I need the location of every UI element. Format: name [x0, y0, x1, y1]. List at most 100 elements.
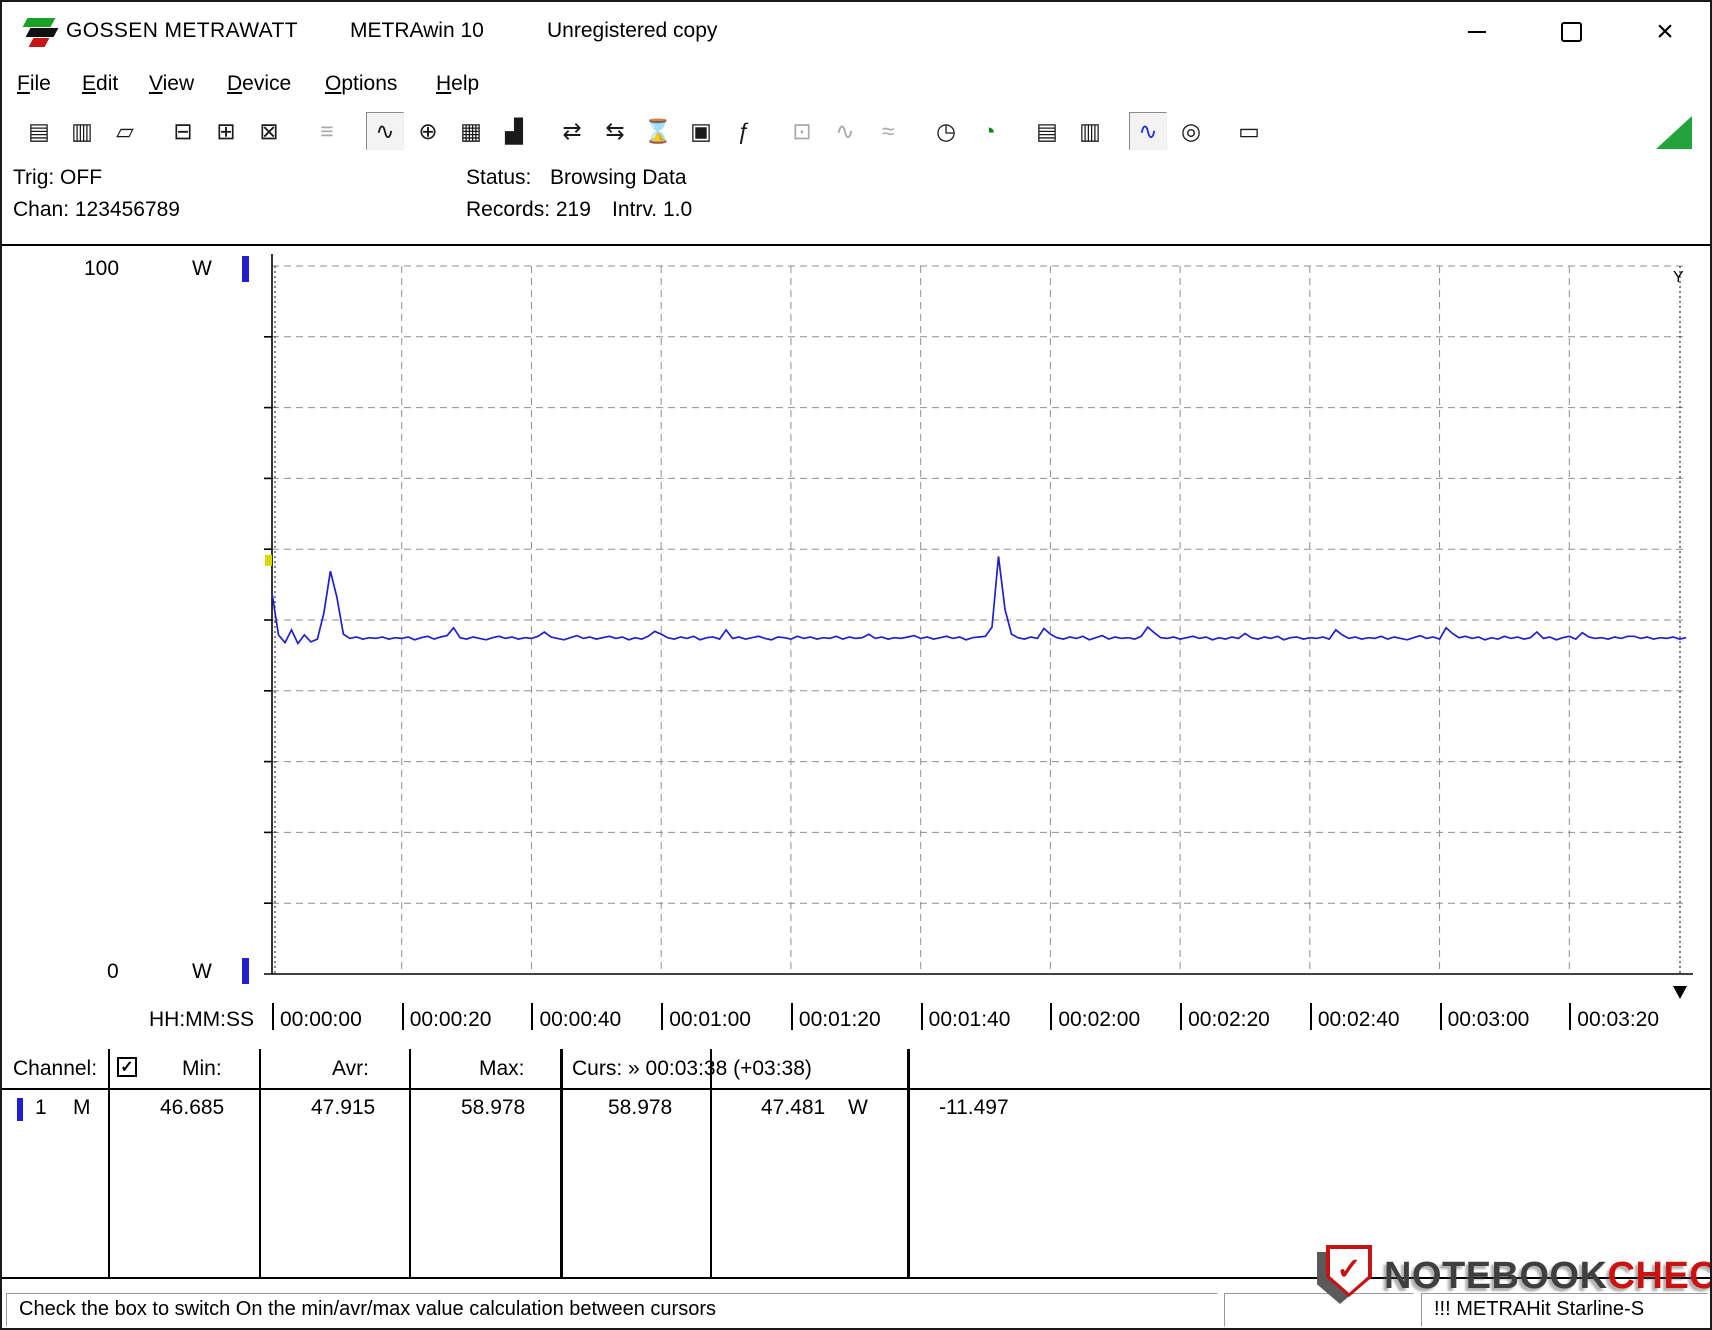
cursor-handle-bottom[interactable] [1673, 986, 1687, 999]
print-icon[interactable]: ▤ [1028, 112, 1066, 150]
x-tick-label: 00:01:40 [928, 1008, 1011, 1031]
x-tick-label: 00:00:40 [539, 1008, 622, 1031]
x-tick-label: 00:02:00 [1058, 1008, 1141, 1031]
waveform-max-icon: ≈ [881, 117, 895, 144]
channel-status: Chan: 123456789 [13, 198, 180, 221]
x-tick-mark [790, 1003, 793, 1030]
y-axis-min-label: 0 [107, 960, 119, 983]
record-setup-icon[interactable]: ⌛ [639, 112, 677, 150]
x-tick-mark [1180, 1003, 1183, 1030]
minimize-button[interactable] [1454, 11, 1500, 53]
x-tick-mark [1439, 1003, 1442, 1030]
device-connect-icon[interactable]: ⇄ [553, 112, 591, 150]
x-tick-mark [661, 1003, 664, 1030]
zoom-wave-icon[interactable]: ∿ [1129, 112, 1167, 150]
open-file-icon[interactable]: ▱ [106, 112, 144, 150]
watermark-text-notebook: NOTEBOOK [1384, 1254, 1608, 1297]
monitor-icon[interactable]: ▣ [682, 112, 720, 150]
close-button[interactable]: × [1642, 11, 1688, 53]
header-min: Min: [182, 1057, 222, 1080]
channel-checkbox[interactable]: ✓ [117, 1057, 137, 1077]
x-tick-mark [920, 1003, 923, 1030]
title-license: Unregistered copy [547, 19, 718, 42]
timer-icon[interactable]: ◔ [970, 112, 1008, 150]
x-tick-label: 00:03:00 [1447, 1008, 1530, 1031]
x-tick-label: 00:00:20 [409, 1008, 492, 1031]
function-icon[interactable]: ƒ [725, 112, 763, 150]
minimize-icon [1468, 30, 1486, 34]
status-triangle-icon [1656, 116, 1692, 149]
cell-delta-value: -11.497 [939, 1096, 1009, 1119]
view-bar-chart-icon[interactable]: ▟ [495, 112, 533, 150]
view-table-icon[interactable]: ▦ [452, 112, 490, 150]
print-preview-icon[interactable]: ▥ [1071, 112, 1109, 150]
x-tick-label: 00:02:20 [1188, 1008, 1270, 1031]
x-tick-mark [272, 1003, 274, 1030]
x-tick-mark [1050, 1003, 1053, 1030]
app-logo-icon [22, 16, 60, 50]
menu-options[interactable]: Options [325, 72, 397, 96]
menu-view[interactable]: View [149, 72, 194, 96]
table-column-divider [108, 1049, 110, 1277]
cell-max-value: 58.978 [461, 1096, 526, 1119]
export-report-icon[interactable]: ⊟ [164, 112, 202, 150]
table-column-divider [409, 1049, 411, 1277]
x-tick-mark [1569, 1003, 1572, 1030]
y-axis-unit-top: W [192, 257, 212, 280]
memory-30k-icon[interactable]: ⊞ [207, 112, 245, 150]
title-brand: GOSSEN METRAWATT [66, 19, 298, 42]
records-count: Records: 219 [466, 198, 591, 221]
x-tick-label: 00:01:00 [669, 1008, 751, 1031]
menu-device[interactable]: Device [227, 72, 291, 96]
maximize-button[interactable] [1548, 11, 1594, 53]
info-strip: Trig: OFF Chan: 123456789 Status: Browsi… [2, 156, 1710, 244]
chart-plot[interactable]: Y [264, 254, 1693, 999]
menu-help[interactable]: Help [436, 72, 479, 96]
device-settings-icon[interactable]: ⇆ [596, 112, 634, 150]
channel-color-bar [17, 1098, 23, 1121]
clock-icon[interactable]: ◷ [927, 112, 965, 150]
save-config-icon[interactable]: ▥ [63, 112, 101, 150]
keyboard-icon: ≡ [320, 117, 334, 144]
table-column-divider-thick [560, 1049, 563, 1277]
title-app-name: METRAwin 10 [350, 19, 484, 42]
x-tick-label: 00:00:00 [280, 1008, 362, 1031]
watermark-text-check: CHECK [1607, 1254, 1710, 1297]
y-axis-max-label: 100 [84, 257, 120, 280]
x-axis-label: HH:MM:SS [149, 1008, 254, 1031]
menu-file[interactable]: File [17, 72, 51, 96]
table-column-divider [259, 1049, 261, 1277]
title-bar: GOSSEN METRAWATT METRAwin 10 Unregistere… [2, 2, 1710, 64]
zoom-icon[interactable]: ◎ [1172, 112, 1210, 150]
x-tick-mark [401, 1003, 404, 1030]
max-marker [265, 554, 272, 566]
cell-min-value: 46.685 [160, 1096, 225, 1119]
view-xy-icon[interactable]: ⊕ [409, 112, 447, 150]
trigger-status: Trig: OFF [13, 166, 103, 189]
statusbar-hint: Check the box to switch On the min/avr/m… [6, 1293, 1218, 1327]
memory-transfer-icon[interactable]: ⊠ [250, 112, 288, 150]
notebookcheck-shield-icon: ✓ [1317, 1245, 1378, 1307]
header-cursor: Curs: » 00:03:38 (+03:38) [572, 1057, 812, 1080]
view-line-chart-icon[interactable]: ∿ [366, 112, 404, 150]
maximize-icon [1560, 22, 1582, 42]
cursor-handle-top[interactable]: Y [1673, 269, 1684, 286]
multimeter-icon: ⊡ [792, 117, 812, 144]
toolbar: ▤ ▥ ▱ ⊟ ⊞ ⊠ ≡ ∿ ⊕ ▦ ▟ ⇄ ⇆ ⌛ ▣ ƒ ⊡ ∿ ≈ ◷ ◔ ▤ ▥ ∿ ◎ ▭ [2, 106, 1710, 156]
interval-value: Intrv. 1.0 [612, 198, 693, 221]
annotation-icon[interactable]: ▭ [1230, 112, 1268, 150]
chart-panel: 100 W 0 W Y HH:MM:SS 00:00:00 00:00:20 00:… [2, 244, 1710, 1053]
notebookcheck-watermark: ✓ NOTEBOOKCHECK [1317, 1236, 1710, 1316]
metrawin-window: GOSSEN METRAWATT METRAwin 10 Unregistere… [0, 0, 1712, 1330]
table-column-divider [710, 1049, 712, 1277]
power-series-line [271, 556, 1687, 646]
waveform-min-icon: ∿ [835, 117, 855, 144]
menu-edit[interactable]: Edit [82, 72, 118, 96]
status-label: Status: [466, 166, 532, 189]
save-icon[interactable]: ▤ [20, 112, 58, 150]
header-avr: Avr: [332, 1057, 369, 1080]
x-tick-mark [531, 1003, 534, 1030]
header-channel: Channel: [13, 1057, 98, 1080]
cell-cursor2-value: 47.481 [761, 1096, 826, 1119]
menu-bar: File Edit View Device Options Help [2, 64, 1710, 106]
